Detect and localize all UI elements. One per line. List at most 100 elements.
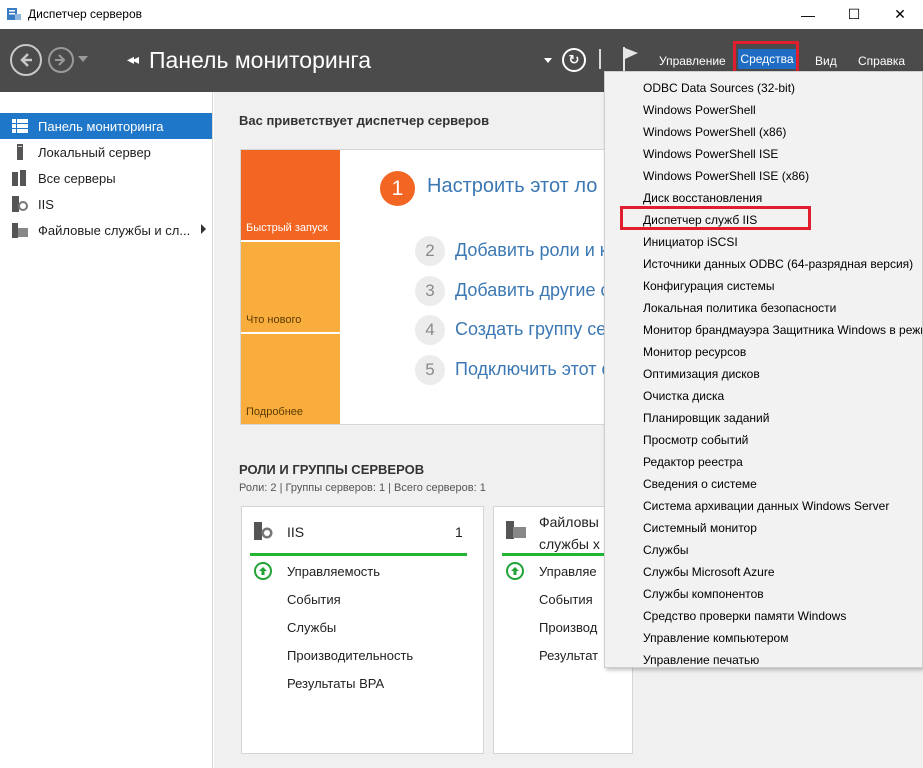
menu-item-powershell-x86[interactable]: Windows PowerShell (x86) <box>643 125 786 139</box>
sidebar-item-all-servers[interactable]: Все серверы <box>0 165 212 191</box>
menu-item-computer-management[interactable]: Управление компьютером <box>643 631 788 645</box>
step-number-4: 4 <box>415 315 445 345</box>
welcome-heading: Вас приветствует диспетчер серверов <box>239 113 490 128</box>
card-line-bpa[interactable]: Результат <box>539 648 598 663</box>
menu-view[interactable]: Вид <box>815 54 837 68</box>
sidebar-item-label: Локальный сервер <box>38 144 151 160</box>
menu-item-component-services[interactable]: Службы компонентов <box>643 587 764 601</box>
back-button[interactable] <box>10 44 42 76</box>
step-link-connect[interactable]: Подключить этот с <box>455 359 611 380</box>
sidebar-item-label: Панель мониторинга <box>38 118 164 134</box>
menu-item-services[interactable]: Службы <box>643 543 688 557</box>
iis-icon <box>12 196 28 212</box>
card-line-manageability[interactable]: Управляемость <box>287 564 380 579</box>
menu-item-disk-cleanup[interactable]: Очистка диска <box>643 389 724 403</box>
menu-item-firewall-monitor[interactable]: Монитор брандмауэра Защитника Windows в … <box>643 323 922 337</box>
menu-item-task-scheduler[interactable]: Планировщик заданий <box>643 411 769 425</box>
step-link-add-roles[interactable]: Добавить роли и к <box>455 240 608 261</box>
menu-item-azure-services[interactable]: Службы Microsoft Azure <box>643 565 775 579</box>
menu-item-powershell[interactable]: Windows PowerShell <box>643 103 756 117</box>
card-count: 1 <box>455 524 463 540</box>
menu-item-performance-monitor[interactable]: Системный монитор <box>643 521 757 535</box>
expand-arrow-icon[interactable] <box>201 224 206 234</box>
role-card-iis[interactable] <box>241 506 484 754</box>
card-line-manageability[interactable]: Управляе <box>539 564 597 579</box>
arrow-left-icon <box>20 53 32 67</box>
menu-item-print-management[interactable]: Управление печатью <box>643 653 759 667</box>
menu-manage[interactable]: Управление <box>659 54 726 68</box>
refresh-button[interactable]: ↻ <box>562 48 586 72</box>
tile-quick-start[interactable]: Быстрый запуск <box>241 150 340 240</box>
menu-item-registry-editor[interactable]: Редактор реестра <box>643 455 743 469</box>
maximize-button[interactable]: ☐ <box>831 0 877 29</box>
menu-item-local-security-policy[interactable]: Локальная политика безопасности <box>643 301 836 315</box>
card-line-bpa[interactable]: Результаты BPA <box>287 676 384 691</box>
step-link-add-servers[interactable]: Добавить другие с <box>455 280 610 301</box>
iis-icon <box>254 522 273 540</box>
card-title[interactable]: IIS <box>287 524 304 540</box>
menu-item-system-config[interactable]: Конфигурация системы <box>643 279 774 293</box>
status-bar <box>250 553 467 556</box>
iis-manager-highlight <box>620 206 811 230</box>
card-line-performance[interactable]: Производ <box>539 620 597 635</box>
sidebar-item-local-server[interactable]: Локальный сервер <box>0 139 212 165</box>
card-title-line2[interactable]: службы х <box>539 536 600 552</box>
minimize-button[interactable]: — <box>785 0 831 29</box>
step-number-1: 1 <box>380 171 415 206</box>
dashboard-icon <box>12 119 28 133</box>
menu-item-optimize-drives[interactable]: Оптимизация дисков <box>643 367 760 381</box>
status-bar <box>502 553 612 556</box>
sidebar-item-iis[interactable]: IIS <box>0 191 212 217</box>
sidebar-item-file-services[interactable]: Файловые службы и сл... <box>0 217 212 243</box>
roles-section-title: РОЛИ И ГРУППЫ СЕРВЕРОВ <box>239 462 425 477</box>
file-services-icon <box>506 521 526 539</box>
sidebar-item-label: Файловые службы и сл... <box>38 222 191 238</box>
sidebar-item-dashboard[interactable]: Панель мониторинга <box>0 113 212 139</box>
status-ok-icon <box>254 562 272 580</box>
window-title: Диспетчер серверов <box>28 7 143 21</box>
close-button[interactable]: ✕ <box>877 0 923 29</box>
menu-item-recovery-drive[interactable]: Диск восстановления <box>643 191 762 205</box>
sidebar-item-label: Все серверы <box>38 170 116 186</box>
step-number-5: 5 <box>415 355 445 385</box>
roles-summary: Роли: 2 | Группы серверов: 1 | Всего сер… <box>239 482 486 494</box>
breadcrumb-arrows-icon: ◂◂ <box>127 51 139 67</box>
step-link-configure[interactable]: Настроить этот ло <box>427 175 597 198</box>
menu-item-powershell-ise-x86[interactable]: Windows PowerShell ISE (x86) <box>643 169 809 183</box>
card-line-services[interactable]: Службы <box>287 620 336 635</box>
server-icon <box>17 144 23 160</box>
refresh-icon: ↻ <box>568 52 580 67</box>
server-manager-app-icon <box>7 8 21 20</box>
file-services-icon <box>12 223 28 238</box>
tile-learn-more[interactable]: Подробнее <box>241 334 340 424</box>
tile-whats-new[interactable]: Что нового <box>241 242 340 332</box>
status-ok-icon <box>506 562 524 580</box>
menu-item-event-viewer[interactable]: Просмотр событий <box>643 433 748 447</box>
card-line-events[interactable]: События <box>287 592 341 607</box>
menu-item-odbc-32[interactable]: ODBC Data Sources (32-bit) <box>643 81 795 95</box>
menu-item-iscsi-initiator[interactable]: Инициатор iSCSI <box>643 235 738 249</box>
menu-item-system-info[interactable]: Сведения о системе <box>643 477 757 491</box>
card-line-events[interactable]: События <box>539 592 593 607</box>
header-separator <box>599 49 601 69</box>
sidebar-item-label: IIS <box>38 196 54 212</box>
menu-item-odbc-64[interactable]: Источники данных ODBC (64-разрядная верс… <box>643 257 913 271</box>
menu-item-resource-monitor[interactable]: Монитор ресурсов <box>643 345 746 359</box>
forward-button[interactable] <box>48 47 74 73</box>
close-icon: ✕ <box>894 6 906 22</box>
step-link-create-group[interactable]: Создать группу се <box>455 319 606 340</box>
menu-help[interactable]: Справка <box>858 54 905 68</box>
menu-item-powershell-ise[interactable]: Windows PowerShell ISE <box>643 147 778 161</box>
step-number-3: 3 <box>415 276 445 306</box>
menu-item-windows-server-backup[interactable]: Система архивации данных Windows Server <box>643 499 889 513</box>
card-title-line1[interactable]: Файловы <box>539 514 599 530</box>
maximize-icon: ☐ <box>847 6 861 22</box>
title-dropdown-icon[interactable] <box>544 58 552 63</box>
servers-icon <box>12 170 26 186</box>
card-line-performance[interactable]: Производительность <box>287 648 413 663</box>
history-dropdown-icon[interactable] <box>78 56 88 62</box>
tools-dropdown-menu: ODBC Data Sources (32-bit) Windows Power… <box>604 71 923 668</box>
menu-item-memory-diagnostic[interactable]: Средство проверки памяти Windows <box>643 609 846 623</box>
menu-tools[interactable]: Средства <box>738 49 796 69</box>
title-bar: Диспетчер серверов — ☐ ✕ <box>0 0 923 29</box>
